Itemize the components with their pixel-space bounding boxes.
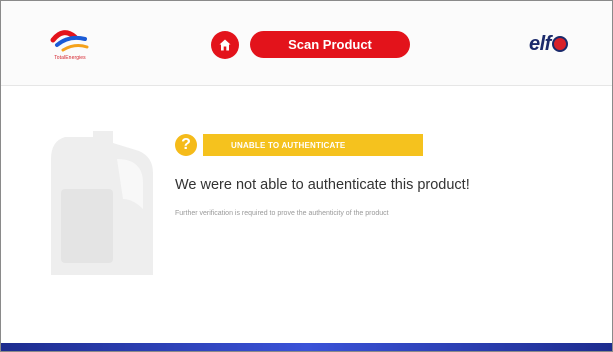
warning-question-icon: ? — [175, 134, 197, 156]
elf-logo: elf — [529, 32, 568, 56]
brand-tagline: TotalEnergies — [54, 55, 86, 61]
header: TotalEnergies Scan Product elf — [1, 1, 612, 86]
elf-logo-text: elf — [529, 32, 551, 55]
home-button[interactable] — [211, 31, 239, 59]
result-headline: We were not able to authenticate this pr… — [175, 177, 470, 193]
home-icon — [219, 39, 231, 51]
oil-bottle-icon — [51, 131, 153, 275]
elf-badge-icon — [551, 36, 568, 52]
status-banner: UNABLE TO AUTHENTICATE — [203, 134, 423, 156]
totalenergies-logo: TotalEnergies — [45, 25, 95, 65]
scan-product-button[interactable]: Scan Product — [250, 31, 410, 58]
result-subline: Further verification is required to prov… — [175, 210, 389, 217]
footer-bar — [1, 343, 612, 351]
totalenergies-mark-icon — [50, 30, 89, 52]
app-window: TotalEnergies Scan Product elf ? UNABLE … — [0, 0, 613, 352]
